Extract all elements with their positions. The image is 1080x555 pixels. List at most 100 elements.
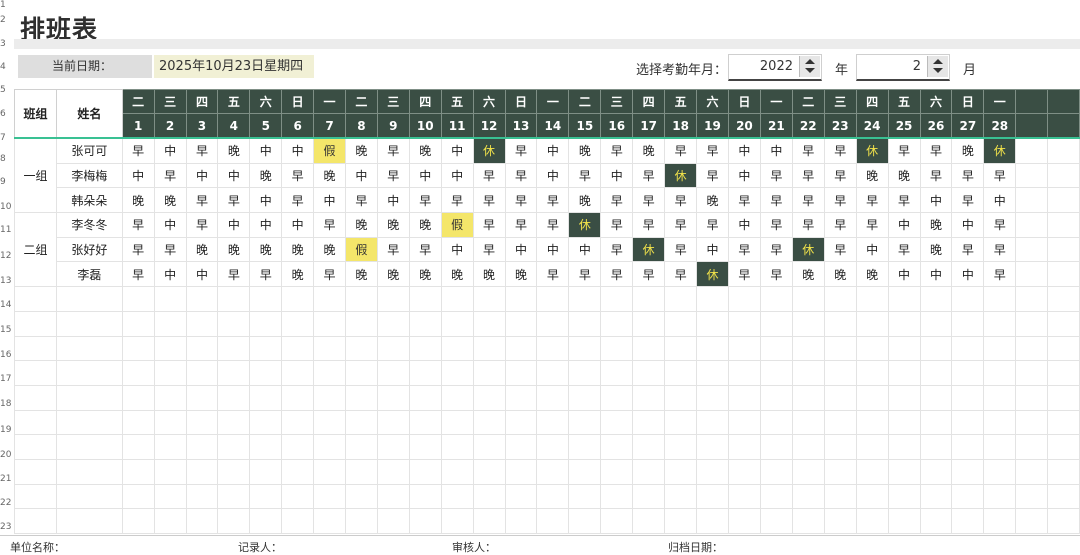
empty-cell[interactable]	[983, 310, 1017, 337]
shift-cell[interactable]: 早	[887, 236, 921, 263]
year-spinner-buttons[interactable]	[799, 56, 820, 77]
shift-cell[interactable]: 假	[344, 236, 378, 263]
shift-cell[interactable]: 早	[791, 212, 825, 238]
spin-down-icon[interactable]	[805, 68, 815, 73]
empty-cell[interactable]	[249, 508, 283, 534]
shift-cell[interactable]: 中	[887, 261, 921, 288]
empty-cell[interactable]	[727, 434, 761, 460]
empty-cell[interactable]	[376, 409, 410, 436]
empty-cell[interactable]	[281, 360, 315, 386]
empty-cell[interactable]	[376, 360, 410, 386]
empty-cell[interactable]	[440, 483, 474, 510]
shift-cell[interactable]: 晚	[313, 236, 346, 263]
empty-cell[interactable]	[14, 360, 57, 386]
empty-cell[interactable]	[791, 434, 825, 460]
shift-cell[interactable]: 假	[440, 212, 474, 238]
empty-cell[interactable]	[14, 483, 57, 510]
shift-cell[interactable]: 中	[759, 137, 793, 164]
shift-cell[interactable]: 早	[185, 187, 219, 214]
employee-name-cell[interactable]: 李梅梅	[55, 162, 123, 189]
empty-cell[interactable]	[919, 483, 953, 510]
empty-cell[interactable]	[440, 434, 474, 460]
shift-cell[interactable]: 休	[791, 236, 825, 263]
empty-cell[interactable]	[185, 335, 219, 362]
group-cell[interactable]: 二组	[14, 212, 57, 288]
shift-cell[interactable]: 早	[217, 187, 251, 214]
shift-cell[interactable]: 晚	[440, 261, 474, 288]
empty-cell[interactable]	[664, 310, 698, 337]
empty-cell[interactable]	[600, 434, 634, 460]
empty-cell[interactable]	[408, 434, 442, 460]
shift-cell[interactable]: 早	[759, 162, 793, 189]
empty-cell[interactable]	[600, 360, 634, 386]
empty-cell[interactable]	[600, 409, 634, 436]
shift-cell[interactable]: 中	[855, 236, 889, 263]
empty-cell[interactable]	[855, 384, 889, 411]
empty-cell[interactable]	[536, 483, 570, 510]
empty-cell[interactable]	[855, 360, 889, 386]
shift-cell[interactable]: 早	[791, 162, 825, 189]
empty-cell[interactable]	[376, 335, 410, 362]
shift-cell[interactable]: 早	[696, 212, 729, 238]
empty-cell[interactable]	[313, 384, 346, 411]
empty-cell[interactable]	[344, 434, 378, 460]
empty-cell[interactable]	[440, 310, 474, 337]
empty-cell[interactable]	[1047, 236, 1080, 263]
empty-cell[interactable]	[696, 360, 729, 386]
shift-cell[interactable]: 早	[823, 212, 857, 238]
empty-cell[interactable]	[1015, 137, 1049, 164]
empty-cell[interactable]	[185, 409, 219, 436]
empty-cell[interactable]	[504, 335, 538, 362]
empty-cell[interactable]	[504, 508, 538, 534]
shift-cell[interactable]: 假	[313, 137, 346, 164]
shift-cell[interactable]: 早	[217, 261, 251, 288]
shift-cell[interactable]: 早	[121, 261, 155, 288]
shift-cell[interactable]: 中	[440, 236, 474, 263]
empty-cell[interactable]	[249, 286, 283, 312]
shift-cell[interactable]: 中	[185, 261, 219, 288]
shift-cell[interactable]: 早	[600, 212, 634, 238]
empty-cell[interactable]	[1015, 434, 1049, 460]
empty-cell[interactable]	[121, 508, 155, 534]
shift-cell[interactable]: 晚	[408, 212, 442, 238]
empty-cell[interactable]	[823, 335, 857, 362]
shift-cell[interactable]: 早	[600, 137, 634, 164]
shift-cell[interactable]: 晚	[855, 162, 889, 189]
empty-cell[interactable]	[440, 360, 474, 386]
empty-cell[interactable]	[440, 409, 474, 436]
empty-cell[interactable]	[855, 286, 889, 312]
empty-cell[interactable]	[281, 458, 315, 485]
empty-cell[interactable]	[376, 508, 410, 534]
empty-cell[interactable]	[823, 384, 857, 411]
empty-cell[interactable]	[759, 409, 793, 436]
shift-cell[interactable]: 晚	[855, 261, 889, 288]
empty-cell[interactable]	[185, 508, 219, 534]
shift-cell[interactable]: 晚	[472, 261, 506, 288]
empty-cell[interactable]	[440, 286, 474, 312]
shift-cell[interactable]: 早	[504, 212, 538, 238]
empty-cell[interactable]	[440, 384, 474, 411]
row-number[interactable]: 5	[0, 85, 12, 95]
empty-cell[interactable]	[632, 384, 666, 411]
empty-cell[interactable]	[55, 458, 123, 485]
shift-cell[interactable]: 中	[185, 162, 219, 189]
empty-cell[interactable]	[55, 360, 123, 386]
shift-cell[interactable]: 早	[791, 137, 825, 164]
empty-cell[interactable]	[983, 483, 1017, 510]
empty-cell[interactable]	[600, 384, 634, 411]
empty-cell[interactable]	[55, 434, 123, 460]
empty-cell[interactable]	[855, 508, 889, 534]
empty-cell[interactable]	[376, 483, 410, 510]
shift-cell[interactable]: 早	[632, 162, 666, 189]
shift-cell[interactable]: 晚	[887, 162, 921, 189]
empty-cell[interactable]	[249, 434, 283, 460]
empty-cell[interactable]	[408, 384, 442, 411]
empty-cell[interactable]	[727, 508, 761, 534]
empty-cell[interactable]	[759, 286, 793, 312]
empty-cell[interactable]	[951, 335, 985, 362]
shift-cell[interactable]: 中	[313, 187, 346, 214]
empty-cell[interactable]	[696, 483, 729, 510]
empty-cell[interactable]	[791, 483, 825, 510]
row-number[interactable]: 13	[0, 276, 12, 286]
empty-cell[interactable]	[664, 384, 698, 411]
